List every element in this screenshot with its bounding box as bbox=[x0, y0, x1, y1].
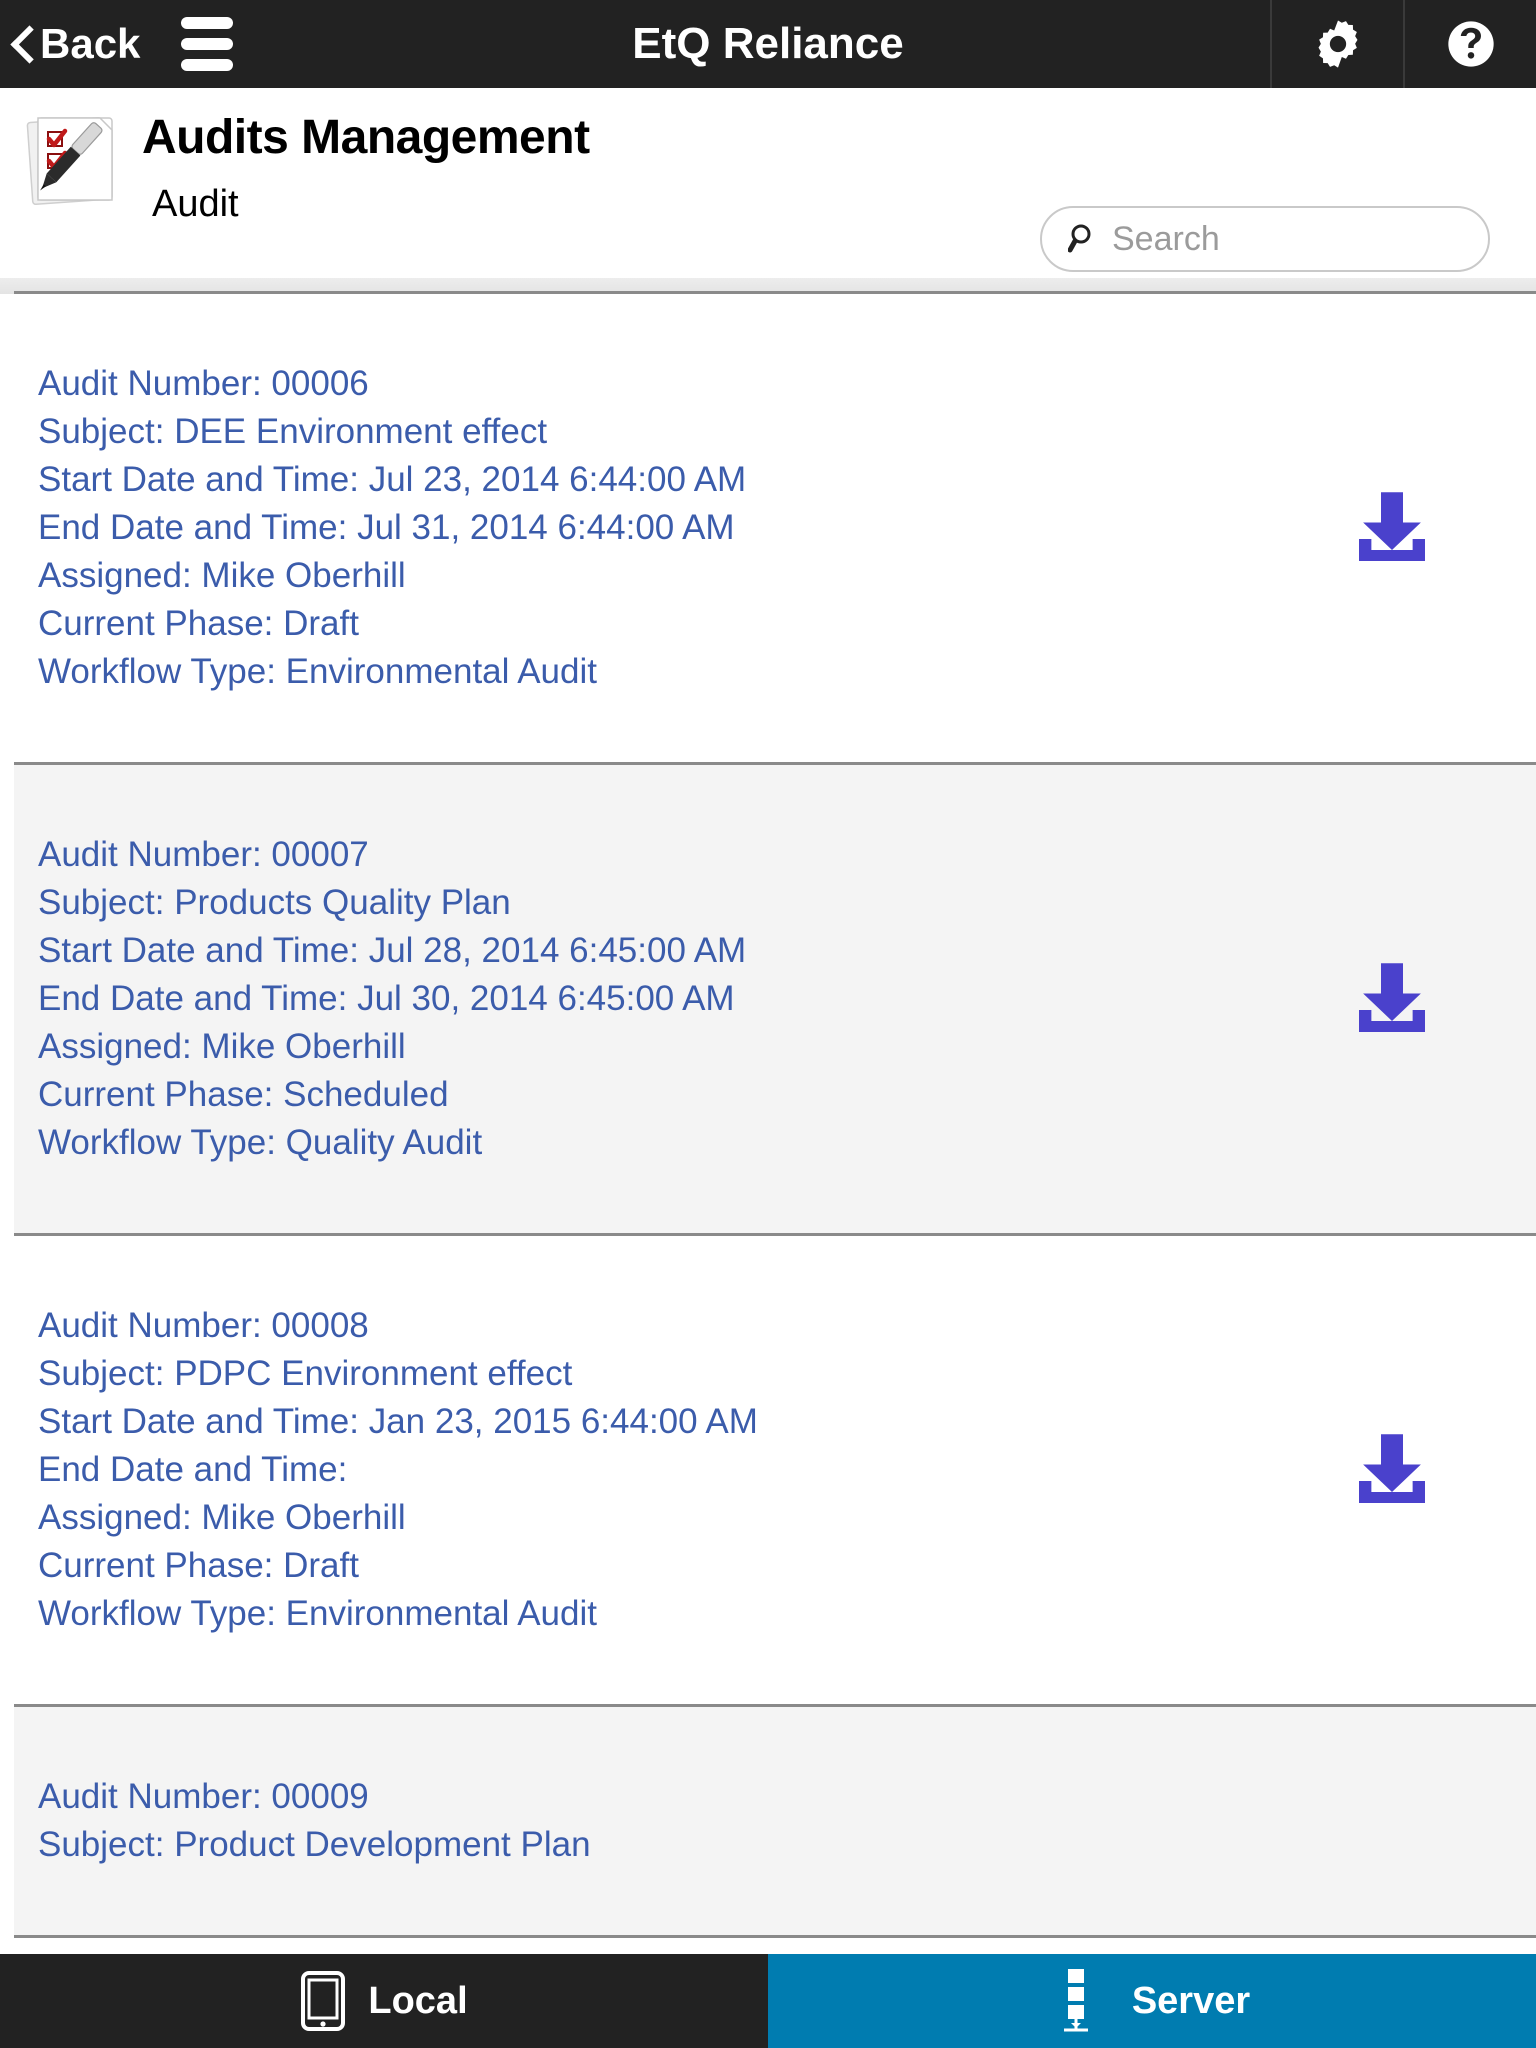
hamburger-bar bbox=[181, 59, 234, 71]
row-fields: Audit Number: 00006 Subject: DEE Environ… bbox=[14, 360, 1536, 696]
table-row[interactable]: Audit Number: 00009 Subject: Product Dev… bbox=[14, 1707, 1536, 1938]
back-button[interactable]: Back bbox=[0, 0, 140, 88]
gear-icon bbox=[1318, 20, 1357, 68]
audit-checklist-icon bbox=[26, 116, 113, 206]
audit-number: Audit Number: 00006 bbox=[38, 364, 369, 403]
help-circle-icon bbox=[1447, 21, 1494, 67]
audit-current-phase: Current Phase: Draft bbox=[38, 1546, 359, 1585]
audit-start-date: Start Date and Time: Jan 23, 2015 6:44:0… bbox=[38, 1402, 758, 1441]
audit-start-date: Start Date and Time: Jul 23, 2014 6:44:0… bbox=[38, 460, 747, 499]
audit-workflow-type: Workflow Type: Environmental Audit bbox=[38, 652, 597, 691]
audit-subject: Subject: Products Quality Plan bbox=[38, 883, 511, 922]
audit-end-date: End Date and Time: Jul 31, 2014 6:44:00 … bbox=[38, 508, 735, 547]
row-fields: Audit Number: 00007 Subject: Products Qu… bbox=[14, 831, 1536, 1167]
hamburger-bar bbox=[181, 17, 234, 29]
audit-assigned: Assigned: Mike Oberhill bbox=[38, 1027, 406, 1066]
audit-number: Audit Number: 00008 bbox=[38, 1306, 369, 1345]
audit-number: Audit Number: 00007 bbox=[38, 835, 369, 874]
table-row[interactable]: Audit Number: 00006 Subject: DEE Environ… bbox=[14, 294, 1536, 765]
audit-subject: Subject: DEE Environment effect bbox=[38, 412, 548, 451]
audit-workflow-type: Workflow Type: Environmental Audit bbox=[38, 1594, 597, 1633]
chevron-left-icon bbox=[10, 25, 32, 63]
page-subtitle: Audit bbox=[152, 183, 239, 225]
bottom-tab-bar: Local Server bbox=[0, 1954, 1536, 2048]
audit-subject: Subject: PDPC Environment effect bbox=[38, 1354, 573, 1393]
audit-current-phase: Current Phase: Draft bbox=[38, 604, 359, 643]
tab-local[interactable]: Local bbox=[0, 1954, 768, 2048]
table-row[interactable]: Audit Number: 00008 Subject: PDPC Enviro… bbox=[14, 1236, 1536, 1707]
audit-assigned: Assigned: Mike Oberhill bbox=[38, 556, 406, 595]
mobile-device-icon bbox=[301, 1971, 346, 2031]
row-fields: Audit Number: 00008 Subject: PDPC Enviro… bbox=[14, 1302, 1536, 1638]
audit-workflow-type: Workflow Type: Quality Audit bbox=[38, 1123, 483, 1162]
search-input[interactable] bbox=[1112, 219, 1452, 259]
audit-end-date: End Date and Time: bbox=[38, 1450, 348, 1489]
row-fields: Audit Number: 00009 Subject: Product Dev… bbox=[14, 1773, 1536, 1869]
download-icon[interactable] bbox=[1348, 484, 1436, 572]
back-button-label: Back bbox=[40, 20, 141, 67]
audit-number: Audit Number: 00009 bbox=[38, 1777, 369, 1816]
tab-server-label: Server bbox=[1131, 1979, 1251, 2022]
search-icon bbox=[1068, 224, 1091, 253]
page-title: Audits Management bbox=[142, 111, 590, 164]
app-root: Workflow Type: PDPC Environment Audit Ba… bbox=[0, 0, 1536, 2048]
hamburger-bar bbox=[181, 38, 234, 50]
tab-local-label: Local bbox=[368, 1979, 468, 2022]
download-icon[interactable] bbox=[1348, 955, 1436, 1043]
server-stack-icon bbox=[1063, 1969, 1088, 2032]
audit-list[interactable]: Audit Number: 00006 Subject: DEE Environ… bbox=[0, 294, 1536, 1954]
module-header: Audits Management Audit bbox=[0, 88, 1536, 278]
audit-current-phase: Current Phase: Scheduled bbox=[38, 1075, 449, 1114]
topbar-actions bbox=[1270, 0, 1536, 88]
settings-button[interactable] bbox=[1270, 0, 1403, 88]
tab-server[interactable]: Server bbox=[768, 1954, 1536, 2048]
table-row[interactable]: Audit Number: 00007 Subject: Products Qu… bbox=[14, 765, 1536, 1236]
audit-subject: Subject: Product Development Plan bbox=[38, 1825, 591, 1864]
search-box[interactable] bbox=[1040, 206, 1490, 272]
audit-end-date: End Date and Time: Jul 30, 2014 6:45:00 … bbox=[38, 979, 735, 1018]
hamburger-menu-icon[interactable] bbox=[178, 0, 236, 88]
help-button[interactable] bbox=[1403, 0, 1536, 88]
download-icon[interactable] bbox=[1348, 1426, 1436, 1514]
audit-assigned: Assigned: Mike Oberhill bbox=[38, 1498, 406, 1537]
top-navigation-bar: Back EtQ Reliance bbox=[0, 0, 1536, 88]
audit-start-date: Start Date and Time: Jul 28, 2014 6:45:0… bbox=[38, 931, 747, 970]
